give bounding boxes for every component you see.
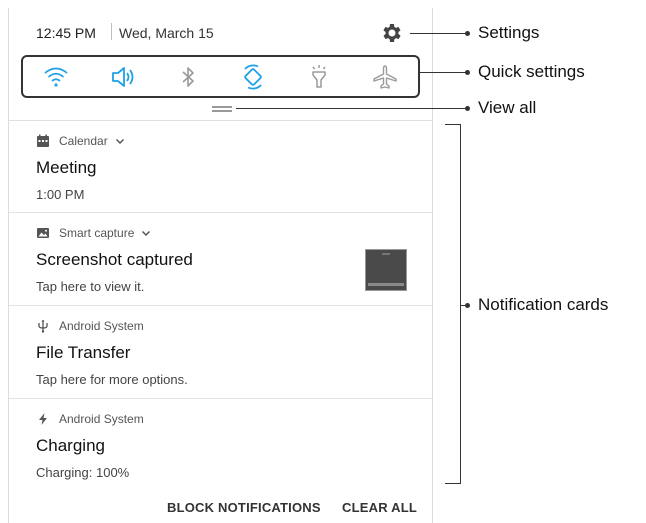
notification-title: File Transfer [36,343,131,362]
status-divider [111,23,112,40]
status-bar: 12:45 PM Wed, March 15 [9,8,432,58]
quick-settings-callout-line [420,72,467,73]
clear-all-button[interactable]: CLEAR ALL [342,500,417,515]
notification-text: 1:00 PM [36,187,85,202]
status-date: Wed, March 15 [119,25,214,41]
quick-setting-sound[interactable] [89,57,155,96]
notification-app-name: Smart capture [59,226,135,240]
notification-app-header: Smart capture [36,226,152,240]
view-all-callout-dot [465,106,470,111]
notification-app-name: Android System [59,412,144,426]
status-time: 12:45 PM [36,25,96,41]
notification-cards: Calendar Meeting 1:00 PM Smart capture S… [9,120,432,490]
image-icon [36,226,50,240]
cards-callout-dot [465,303,470,308]
quick-settings-bar [21,55,420,98]
notification-card-calendar[interactable]: Calendar Meeting 1:00 PM [9,121,432,213]
sound-icon [111,66,134,87]
notification-app-header: Android System [36,319,144,333]
settings-callout-line [410,33,467,34]
notification-app-header: Android System [36,412,144,426]
notification-app-header: Calendar [36,134,126,148]
calendar-icon [36,134,50,148]
settings-callout-dot [465,31,470,36]
view-all-handle[interactable] [212,106,232,114]
notification-title: Meeting [36,158,97,177]
cards-bracket-vertical [460,124,461,483]
notification-card-smart-capture[interactable]: Smart capture Screenshot captured Tap he… [9,213,432,306]
bluetooth-icon [182,66,194,87]
block-notifications-button[interactable]: BLOCK NOTIFICATIONS [167,500,321,515]
notification-cards-callout-label: Notification cards [478,295,609,314]
flashlight-icon [312,64,326,88]
notification-app-name: Calendar [59,134,108,148]
auto-rotate-icon [244,63,263,90]
airplane-mode-icon [373,64,397,89]
cards-bracket-top [445,124,461,125]
cards-bracket-bottom [445,483,461,484]
view-all-callout-label: View all [478,98,537,117]
quick-setting-wifi[interactable] [23,57,89,96]
notification-text: Tap here to view it. [36,279,145,294]
chevron-down-icon[interactable] [140,227,152,239]
quick-setting-auto-rotate[interactable] [220,57,286,96]
notification-title: Charging [36,436,105,455]
notification-app-name: Android System [59,319,144,333]
quick-setting-airplane-mode[interactable] [352,57,418,96]
quick-settings-callout-label: Quick settings [478,62,585,81]
notification-card-charging[interactable]: Android System Charging Charging: 100% [9,399,432,490]
screenshot-thumbnail[interactable] [365,249,407,291]
settings-gear-icon[interactable] [380,21,404,45]
chevron-down-icon[interactable] [114,135,126,147]
quick-settings-callout-dot [465,70,470,75]
notification-panel: 12:45 PM Wed, March 15 Calendar Meeting … [8,8,433,523]
notification-card-file-transfer[interactable]: Android System File Transfer Tap here fo… [9,306,432,399]
notification-text: Tap here for more options. [36,372,188,387]
quick-setting-bluetooth[interactable] [155,57,221,96]
charging-icon [36,412,50,426]
usb-icon [36,319,50,333]
notification-title: Screenshot captured [36,250,193,269]
quick-setting-flashlight[interactable] [286,57,352,96]
notification-actions: BLOCK NOTIFICATIONS CLEAR ALL [9,488,432,523]
view-all-callout-line [236,108,467,109]
notification-text: Charging: 100% [36,465,130,480]
settings-callout-label: Settings [478,23,540,42]
wifi-icon [44,67,68,87]
